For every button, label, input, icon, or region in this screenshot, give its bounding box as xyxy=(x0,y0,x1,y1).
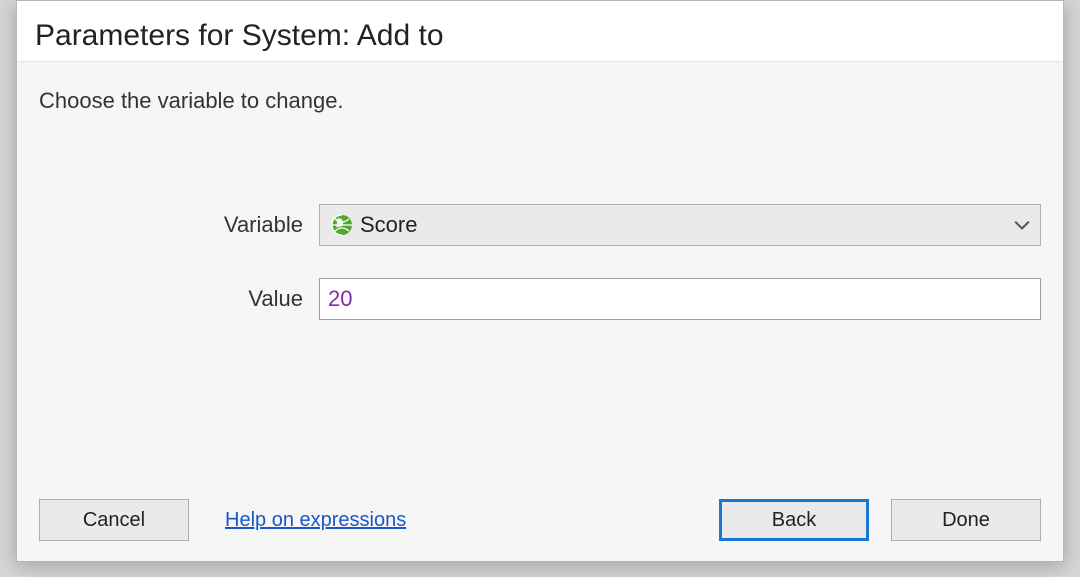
value-label: Value xyxy=(39,286,319,312)
chevron-down-icon xyxy=(1014,215,1030,236)
variable-label: Variable xyxy=(39,212,319,238)
dialog-title: Parameters for System: Add to xyxy=(35,19,1045,53)
done-button[interactable]: Done xyxy=(891,499,1041,541)
value-row: Value xyxy=(39,278,1041,320)
globe-icon xyxy=(330,213,354,237)
dialog-header: Parameters for System: Add to xyxy=(17,1,1063,61)
back-button[interactable]: Back xyxy=(719,499,869,541)
dialog-body: Choose the variable to change. Variable … xyxy=(17,61,1063,561)
variable-row: Variable Score xyxy=(39,204,1041,246)
cancel-button[interactable]: Cancel xyxy=(39,499,189,541)
variable-combobox[interactable]: Score xyxy=(319,204,1041,246)
value-input[interactable] xyxy=(319,278,1041,320)
instruction-text: Choose the variable to change. xyxy=(39,88,1041,114)
help-expressions-link[interactable]: Help on expressions xyxy=(225,509,406,532)
variable-selected-text: Score xyxy=(360,212,1014,238)
button-bar: Cancel Help on expressions Back Done xyxy=(17,499,1063,561)
parameters-dialog: Parameters for System: Add to Choose the… xyxy=(16,0,1064,562)
